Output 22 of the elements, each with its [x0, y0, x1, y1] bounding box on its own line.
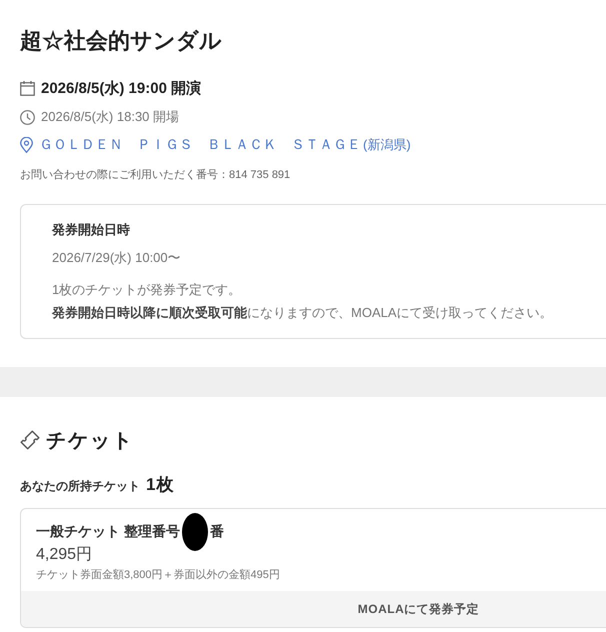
location-pin-icon: [20, 137, 33, 153]
issue-note: 発券開始日時以降に順次受取可能になりますので、MOALAにて受け取ってください。: [52, 304, 554, 322]
event-title: 超☆社会的サンダル: [20, 27, 223, 55]
ticket-icon: [20, 430, 40, 450]
calendar-icon: [20, 80, 35, 96]
owned-tickets-count: 1枚: [146, 474, 174, 496]
ticket-price: 4,295円: [36, 545, 94, 565]
tickets-heading: チケット: [46, 428, 134, 454]
owned-tickets-label: あなたの所持チケット: [20, 478, 140, 495]
venue-region: (新潟県): [363, 137, 411, 152]
venue-link[interactable]: ＧＯＬＤＥＮ ＰＩＧＳ ＢＬＡＣＫ ＳＴＡＧＥ: [39, 136, 361, 152]
issue-note: 1枚のチケットが発券予定です。: [52, 281, 242, 299]
issue-start-datetime: 2026/7/29(水) 10:00〜: [52, 249, 182, 267]
ticket-name: 一般チケット 整理番号: [36, 523, 180, 541]
performance-datetime: 2026/8/5(水) 19:00 開演: [41, 78, 202, 98]
issue-start-heading: 発券開始日時: [52, 222, 131, 238]
doors-datetime: 2026/8/5(水) 18:30 開場: [41, 108, 180, 126]
ticket-number-suffix: 番: [210, 523, 224, 541]
clock-icon: [20, 110, 35, 124]
ticket-status: MOALAにて発券予定: [358, 600, 480, 618]
price-breakdown: チケット券面金額3,800円＋券面以外の金額495円: [36, 568, 281, 582]
inquiry-number: お問い合わせの際にご利用いただく番号：814 735 891: [20, 168, 292, 183]
